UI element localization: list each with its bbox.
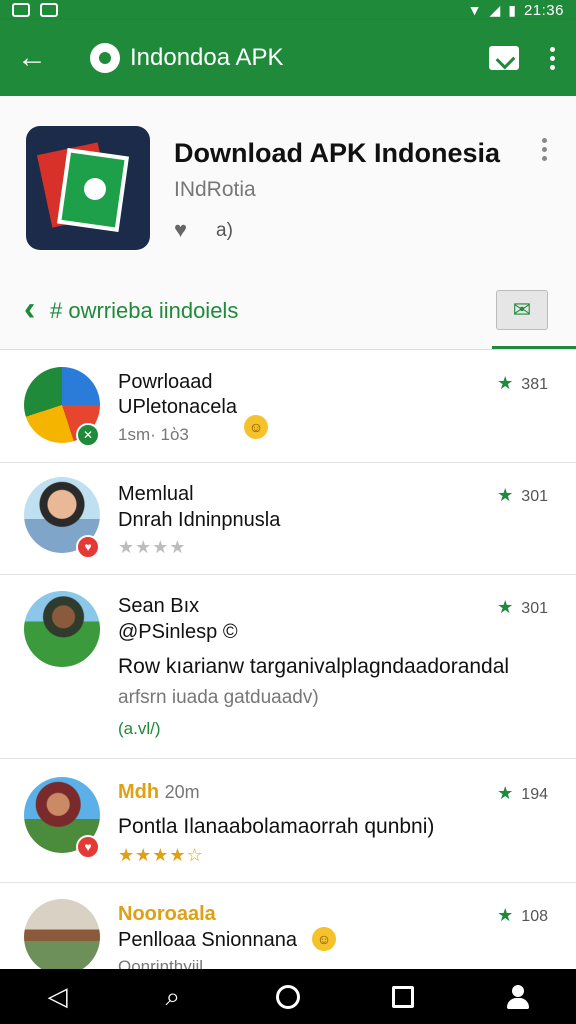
review-title: Dnrah Idninpnusla <box>118 509 281 531</box>
star-icon: ★ <box>497 373 514 393</box>
reviewer-name: Powrloaad <box>118 371 213 393</box>
notification-icon <box>12 3 30 17</box>
star-icon: ★ <box>497 485 514 505</box>
review-body-2: arfsrn iuada gatduaadv) <box>118 687 319 709</box>
review-meta: Oonrinthyiil <box>118 957 204 969</box>
review-tag[interactable]: (a.vl/) <box>118 719 161 739</box>
review-body: Row kıarianw targanivalplagndaadorandal <box>118 655 510 678</box>
recents-icon[interactable] <box>383 977 423 1017</box>
reviewer-name: Mdh 20m <box>118 781 200 804</box>
rating: ★ 301 <box>497 485 548 506</box>
list-item[interactable]: ♥ Mdh 20m Pontla Ilanaabolamaorrah qunbn… <box>0 759 576 883</box>
reviewer-handle: @PSinlesp © <box>118 621 238 644</box>
more-vert-icon[interactable] <box>542 138 547 161</box>
rating-value: 381 <box>521 376 548 393</box>
review-meta: 1sm· 1ὸ3 <box>118 425 189 444</box>
review-title: UPletonacela <box>118 396 237 418</box>
like-count: a) <box>216 220 233 241</box>
review-title: Pontla Ilanaabolamaorrah qunbni) <box>118 815 435 838</box>
heart-icon[interactable]: ♥ <box>174 219 196 241</box>
verified-badge-icon: ✕ <box>76 423 100 447</box>
arrow-left-icon[interactable]: ← <box>0 20 64 96</box>
app-logo-icon <box>90 43 120 73</box>
emoji-icon: ☺ <box>244 415 268 439</box>
list-item[interactable]: ✕ Powrloaad UPletonacela 1sm· 1ὸ3 ☺ ★ 381 <box>0 351 576 463</box>
status-indicators: ▼ ◢ ▮ 21:36 <box>468 2 564 19</box>
avatar <box>24 591 100 667</box>
home-icon[interactable] <box>268 977 308 1017</box>
filter-row: ‹ # owrrieba iindoiels ✉ <box>0 278 576 350</box>
tab-indicator <box>492 346 576 349</box>
app-header: Download APK Indonesia INdRotia ♥ a) <box>0 96 576 278</box>
review-body-2-text: arfsrn iuada gatduaadv) <box>118 687 319 708</box>
star-rating: ★★★★ <box>118 537 187 557</box>
clock: 21:36 <box>523 1 564 19</box>
more-vert-icon[interactable] <box>528 20 576 96</box>
rating: ★ 108 <box>497 905 548 926</box>
rating-value: 301 <box>521 600 548 617</box>
star-icon: ★ <box>497 597 514 617</box>
message-icon[interactable] <box>480 20 528 96</box>
developer-name[interactable]: INdRotia <box>174 178 256 202</box>
back-icon[interactable]: ◁ <box>38 977 78 1017</box>
mail-icon[interactable]: ✉ <box>496 290 548 330</box>
copyright-icon: © <box>222 621 238 643</box>
app-icon[interactable] <box>26 126 150 250</box>
handle-text: @PSinlesp <box>118 621 218 643</box>
list-item[interactable]: Sean Bıx @PSinlesp © Row kıarianw targan… <box>0 575 576 759</box>
review-list[interactable]: ✕ Powrloaad UPletonacela 1sm· 1ὸ3 ☺ ★ 381… <box>0 351 576 969</box>
rating: ★ 381 <box>497 373 548 394</box>
star-icon: ★ <box>497 783 514 803</box>
rating: ★ 301 <box>497 597 548 618</box>
rating-value: 108 <box>521 908 548 925</box>
app-bar-title: Indondoa APK <box>130 44 284 71</box>
heart-badge-icon: ♥ <box>76 535 100 559</box>
status-bar: ▼ ◢ ▮ 21:36 <box>0 0 576 20</box>
reviewer-name: Nooroaala <box>118 903 216 925</box>
reviewer-name: Sean Bıx <box>118 595 200 617</box>
chevron-left-icon[interactable]: ‹ <box>24 290 35 329</box>
app-bar: ← Indondoa APK <box>0 20 576 96</box>
star-icon: ★ <box>497 905 514 925</box>
rating: ★ 194 <box>497 783 548 804</box>
app-name: Download APK Indonesia <box>174 138 501 168</box>
rating-value: 194 <box>521 786 548 803</box>
status-notifications <box>12 3 58 17</box>
rating-value: 301 <box>521 488 548 505</box>
battery-icon: ▮ <box>508 2 516 18</box>
image-icon <box>40 3 58 17</box>
list-item[interactable]: ♥ Memlual Dnrah Idninpnusla ★★★★ ★ 301 <box>0 463 576 575</box>
navigation-bar: ◁ ⌕ <box>0 969 576 1024</box>
profile-icon[interactable] <box>498 977 538 1017</box>
avatar <box>24 899 100 969</box>
list-item[interactable]: Nooroaala Penlloaa Snionnana ☺ Oonrinthy… <box>0 883 576 969</box>
reviewer-name: Memlual <box>118 483 194 505</box>
wifi-icon: ▼ <box>467 2 482 18</box>
reviewer-name-text: Mdh <box>118 781 160 803</box>
emoji-icon: ☺ <box>312 927 336 951</box>
search-icon[interactable]: ⌕ <box>153 977 193 1017</box>
review-time: 20m <box>164 782 200 802</box>
signal-icon: ◢ <box>489 2 501 18</box>
review-title: Penlloaa Snionnana <box>118 929 298 951</box>
heart-badge-icon: ♥ <box>76 835 100 859</box>
star-rating: ★★★★☆ <box>118 845 204 865</box>
filter-label[interactable]: # owrrieba iindoiels <box>50 298 238 324</box>
